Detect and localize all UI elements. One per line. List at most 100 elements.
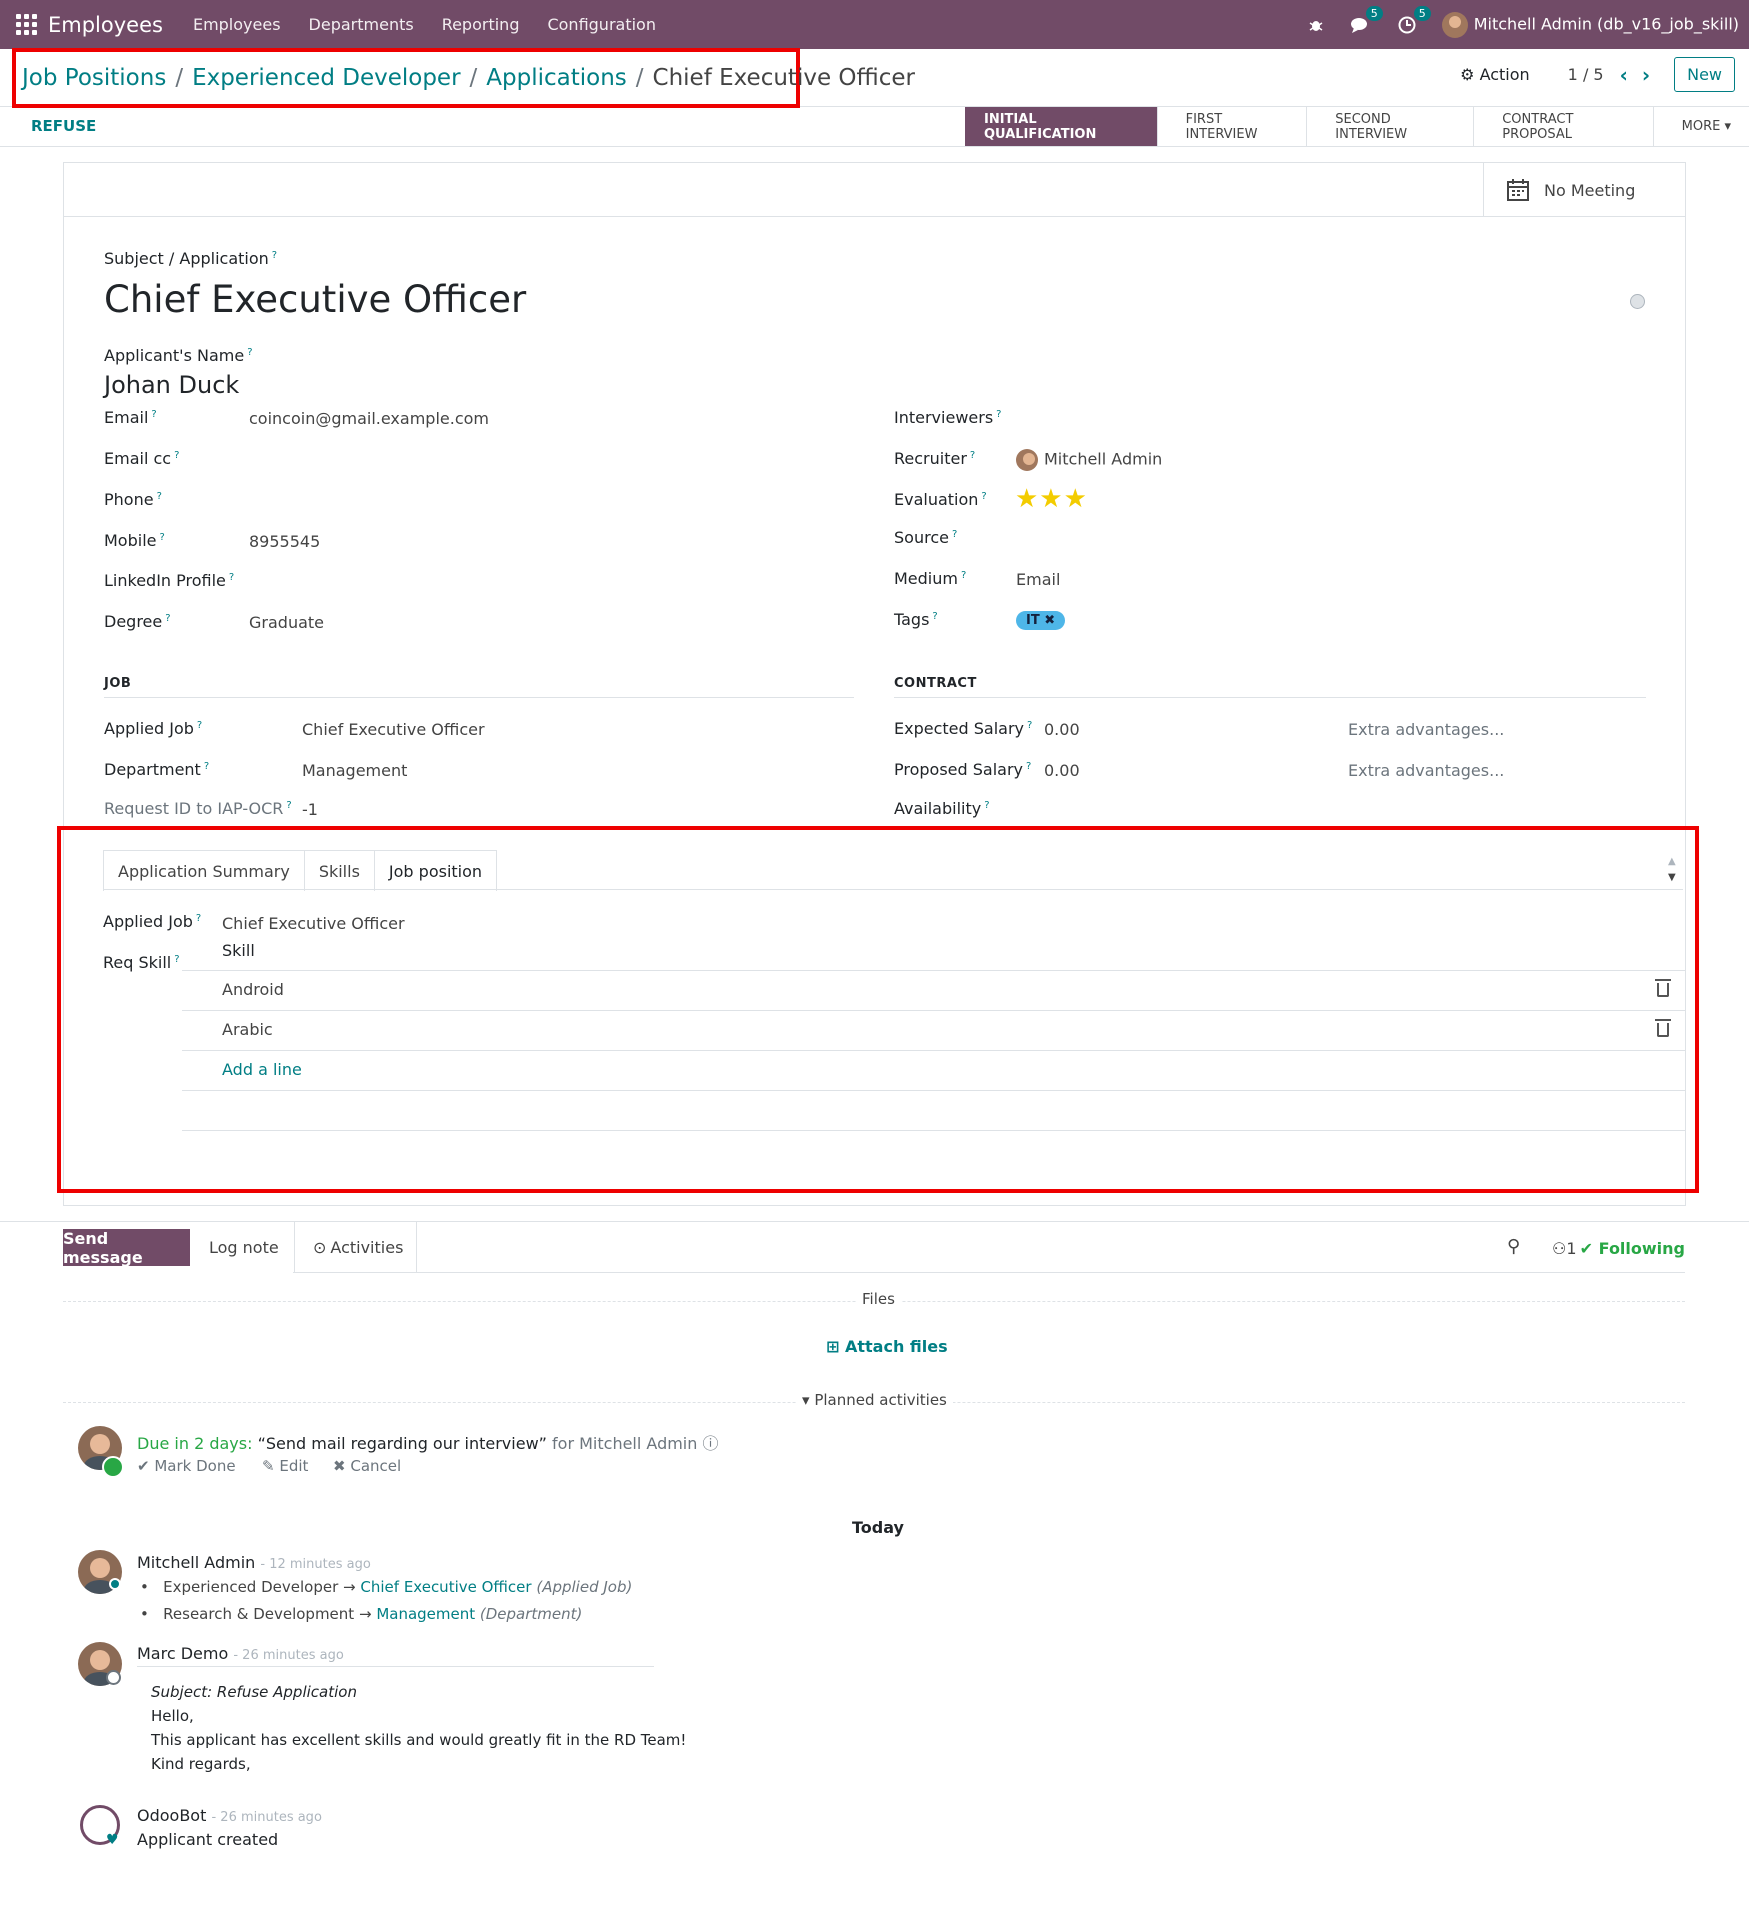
skill-column-header: Skill [222,941,255,960]
planned-activities-toggle[interactable]: ▾ Planned activities [796,1391,953,1409]
pager-value[interactable]: 1 / 5 [1568,65,1604,84]
message-author[interactable]: OdooBot - 26 minutes ago [137,1806,322,1825]
subject-label: Subject / Application? [104,249,278,268]
breadcrumb: Job Positions / Experienced Developer / Ap… [12,48,915,108]
plus-square-icon: ⊞ [826,1337,840,1356]
degree-field[interactable]: Graduate [249,613,324,632]
department-label: Department? [104,760,210,779]
user-name: Mitchell Admin (db_v16_job_skill) [1473,14,1739,33]
skill-row-arabic[interactable]: Arabic [222,1020,273,1039]
tags-label: Tags? [894,610,938,629]
attach-files-button[interactable]: ⊞ Attach files [826,1337,948,1356]
app-name[interactable]: Employees [48,13,163,37]
availability-label: Availability? [894,799,990,818]
delete-trash-icon[interactable] [1655,1019,1671,1037]
kanban-state-indicator[interactable] [1630,294,1645,309]
messages-icon[interactable]: 5 [1350,5,1383,34]
log-note-button[interactable]: Log note [209,1238,279,1257]
pager-previous-icon[interactable]: ‹ [1620,63,1628,87]
user-menu[interactable]: Mitchell Admin (db_v16_job_skill) [1441,11,1739,38]
breadcrumb-job[interactable]: Experienced Developer [192,65,460,91]
tag-remove-icon[interactable]: ✖ [1044,613,1055,628]
req-skill-label: Req Skill? [103,953,180,972]
menu-departments[interactable]: Departments [309,15,414,34]
activity-count-badge: 5 [1413,5,1431,21]
menu-reporting[interactable]: Reporting [442,15,520,34]
tab-job-position[interactable]: Job position [373,850,498,891]
tag-it[interactable]: IT ✖ [1016,611,1066,630]
tab-applied-job-field[interactable]: Chief Executive Officer [222,914,405,933]
proposed-salary-field[interactable]: 0.00 [1044,761,1080,780]
proposed-extra-field[interactable]: Extra advantages... [1348,761,1504,780]
new-button[interactable]: New [1674,57,1735,92]
tracking-change-2: • Research & Development → Management (D… [140,1605,583,1623]
tab-skills[interactable]: Skills [303,850,375,891]
expected-extra-field[interactable]: Extra advantages... [1348,720,1504,739]
email-activity-icon [102,1456,124,1478]
activity-clock-icon[interactable]: 5 [1398,5,1431,34]
gear-icon: ⚙ [1460,65,1475,84]
apps-menu-icon[interactable] [14,13,38,37]
menu-configuration[interactable]: Configuration [547,15,656,34]
stage-contract-proposal[interactable]: CONTRACT PROPOSAL [1474,107,1654,146]
mark-done-button[interactable]: ✔ Mark Done [137,1457,236,1475]
tab-divider [103,889,1683,890]
tab-applied-job-label: Applied Job? [103,912,202,931]
medium-label: Medium? [894,569,967,588]
online-status-icon [109,1578,121,1590]
department-field[interactable]: Management [302,761,407,780]
scroll-down-icon[interactable]: ▼ [1668,872,1676,883]
cancel-activity-button[interactable]: ✖ Cancel [333,1457,401,1475]
applied-job-field[interactable]: Chief Executive Officer [302,720,485,739]
add-a-line-link[interactable]: Add a line [222,1060,302,1079]
subject-field[interactable]: Chief Executive Officer [104,278,526,321]
expected-salary-field[interactable]: 0.00 [1044,720,1080,739]
check-icon: ✔ [1579,1239,1594,1258]
offline-status-icon [106,1670,121,1685]
delete-trash-icon[interactable] [1655,979,1671,997]
send-message-button[interactable]: Send message [63,1229,190,1267]
stage-pipeline: INITIAL QUALIFICATION FIRST INTERVIEW SE… [965,107,1749,146]
pager-next-icon[interactable]: › [1642,63,1650,87]
action-menu[interactable]: ⚙ Action [1460,65,1530,84]
debug-bug-icon[interactable] [1308,17,1324,33]
medium-field[interactable]: Email [1016,570,1060,589]
tab-application-summary[interactable]: Application Summary [103,850,305,891]
skill-row-android[interactable]: Android [222,980,284,999]
breadcrumb-applications[interactable]: Applications [486,65,627,91]
recruiter-field[interactable]: Mitchell Admin [1016,449,1162,471]
stage-more-dropdown[interactable]: MORE ▾ [1654,107,1749,146]
stage-initial-qualification[interactable]: INITIAL QUALIFICATION [965,107,1158,146]
info-circle-icon[interactable]: ⓘ [702,1434,718,1453]
stage-second-interview[interactable]: SECOND INTERVIEW [1307,107,1475,146]
message-author[interactable]: Mitchell Admin - 12 minutes ago [137,1553,371,1572]
edit-activity-button[interactable]: ✎ Edit [262,1457,308,1475]
paperclip-icon[interactable]: ⚲ [1507,1236,1520,1257]
activities-label: Activities [330,1238,404,1257]
menu-employees[interactable]: Employees [193,15,281,34]
scroll-up-icon[interactable]: ▲ [1668,856,1676,867]
row-divider [182,1010,1686,1011]
followers-button[interactable]: ⚇1 [1552,1239,1577,1258]
message-time: - 26 minutes ago [211,1810,322,1825]
clock-icon: ⊙ [313,1238,327,1257]
applicant-name-field[interactable]: Johan Duck [104,371,239,399]
activities-button[interactable]: ⊙ Activities [294,1222,417,1273]
evaluation-stars[interactable]: ★★★ [1015,484,1088,514]
control-panel-right: ⚙ Action 1 / 5 ‹ › New [1460,57,1735,92]
following-button[interactable]: ✔ Following [1580,1239,1685,1258]
tracking-change-1: • Experienced Developer → Chief Executiv… [140,1578,633,1596]
breadcrumb-job-positions[interactable]: Job Positions [22,65,166,91]
tag-label: IT [1026,613,1040,628]
arrow-right-icon: → [343,1578,356,1596]
email-field[interactable]: coincoin@gmail.example.com [249,409,489,428]
no-meeting-button[interactable]: No Meeting [1483,163,1685,217]
refuse-button[interactable]: REFUSE [31,117,96,135]
proposed-salary-label: Proposed Salary? [894,760,1032,779]
message-body-line: Hello, [151,1707,194,1725]
message-author[interactable]: Marc Demo - 26 minutes ago [137,1644,344,1663]
top-navbar: Employees Employees Departments Reportin… [0,0,1749,49]
mobile-field[interactable]: 8955545 [249,532,320,551]
stage-first-interview[interactable]: FIRST INTERVIEW [1158,107,1308,146]
row-divider [182,970,1686,971]
